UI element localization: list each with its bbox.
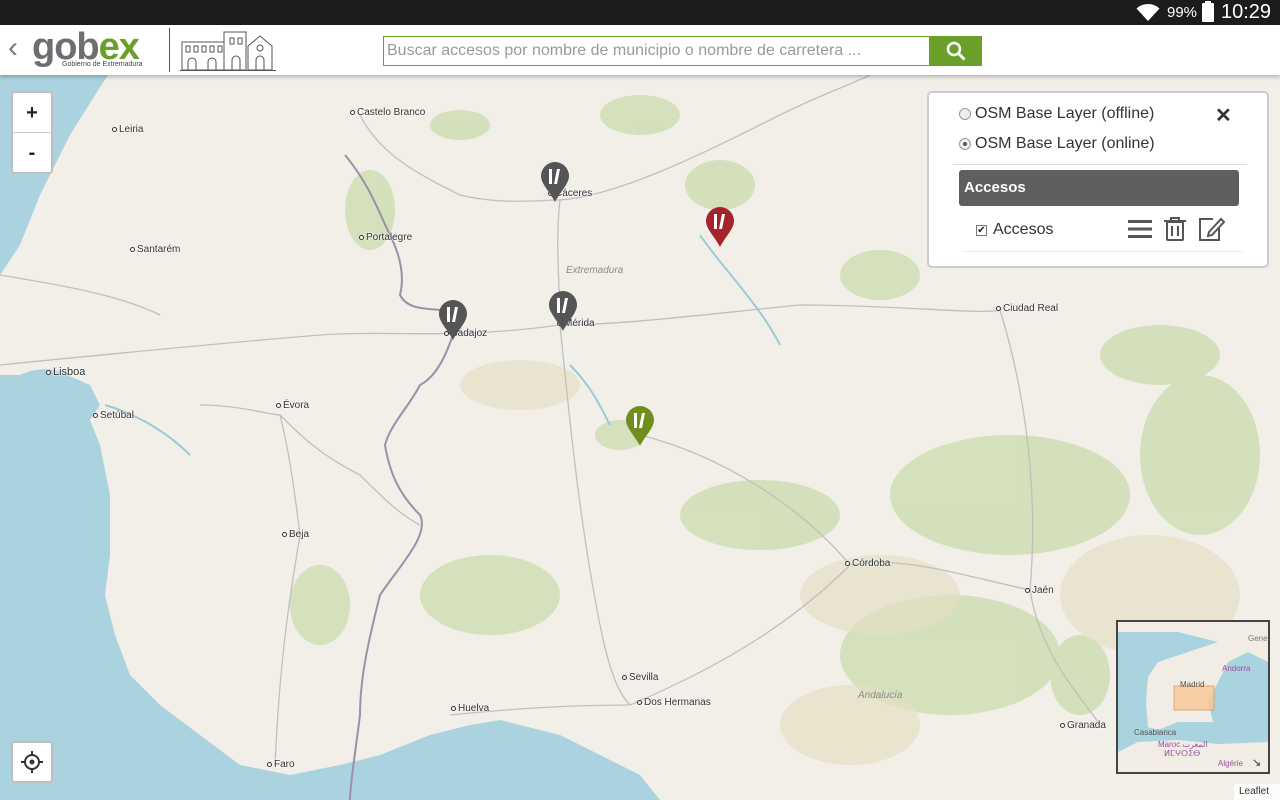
- access-marker-merida[interactable]: [548, 291, 578, 331]
- place-label: Lisboa: [46, 366, 85, 378]
- edit-icon[interactable]: [1197, 216, 1225, 242]
- minimap-toggle-icon[interactable]: ↘: [1252, 756, 1261, 769]
- minimap-label: Maroc المغرب: [1158, 740, 1208, 749]
- place-label: Jaén: [1025, 585, 1054, 596]
- logo-divider: [169, 28, 170, 72]
- battery-percent: 99%: [1167, 4, 1198, 21]
- radio-online[interactable]: [959, 138, 971, 150]
- zoom-in-button[interactable]: +: [13, 93, 51, 133]
- minimap-label: Andorra: [1222, 664, 1251, 673]
- overlay-checkbox[interactable]: ✔: [976, 225, 987, 236]
- access-marker-red[interactable]: [705, 207, 735, 247]
- menu-icon[interactable]: [1127, 216, 1153, 242]
- logo-subtitle: Gobierno de Extremadura: [62, 61, 143, 68]
- radio-offline[interactable]: [959, 108, 971, 120]
- place-label: Faro: [267, 759, 295, 770]
- search-input[interactable]: [384, 37, 929, 65]
- overlay-label: Accesos: [993, 221, 1054, 238]
- place-label: Évora: [276, 400, 309, 411]
- place-label: Huelva: [451, 703, 489, 714]
- back-chevron-icon[interactable]: ‹: [8, 33, 18, 63]
- place-label: Castelo Branco: [350, 107, 425, 118]
- region-label: Extremadura: [566, 265, 624, 276]
- minimap-label: Algérie: [1218, 759, 1243, 768]
- place-label: Granada: [1060, 720, 1106, 731]
- place-label: Córdoba: [845, 558, 890, 569]
- place-label: Portalegre: [359, 232, 412, 243]
- minimap-label: Madrid: [1180, 680, 1205, 689]
- trash-icon[interactable]: [1163, 216, 1187, 242]
- place-label: Setúbal: [93, 410, 134, 421]
- layers-panel: OSM Base Layer (offline) OSM Base Layer …: [927, 91, 1269, 268]
- crosshair-icon: [21, 751, 43, 773]
- attribution[interactable]: Leaflet: [1234, 784, 1280, 800]
- place-label: Leiria: [112, 124, 143, 135]
- place-label: Beja: [282, 529, 309, 540]
- base-layer-offline-label[interactable]: OSM Base Layer (offline): [975, 105, 1154, 123]
- search-button[interactable]: [929, 36, 982, 66]
- group-title: Accesos: [959, 170, 1239, 206]
- place-label: Santarém: [130, 244, 180, 255]
- app-header: ‹ gobex Gobierno de Extremadura: [0, 25, 1280, 75]
- place-label: Dos Hermanas: [637, 697, 711, 708]
- zoom-control: + -: [11, 91, 53, 174]
- access-marker-badajoz[interactable]: [438, 300, 468, 340]
- clock: 10:29: [1221, 1, 1272, 23]
- minimap-label: Gene: [1248, 634, 1268, 643]
- access-marker-caceres[interactable]: [540, 162, 570, 202]
- place-label: Ciudad Real: [996, 303, 1058, 314]
- region-label: Andalucía: [858, 690, 903, 701]
- status-bar: 99% 10:29: [0, 0, 1280, 25]
- divider: [953, 164, 1247, 165]
- locate-button[interactable]: [11, 741, 53, 783]
- place-label: Sevilla: [622, 672, 658, 683]
- access-marker-green[interactable]: [625, 406, 655, 446]
- building-logo-icon: [180, 31, 276, 71]
- minimap[interactable]: Gene Andorra Madrid Casablanca Maroc الم…: [1116, 620, 1270, 774]
- search-box: [383, 36, 930, 66]
- search-icon: [946, 41, 966, 61]
- minimap-label: Casablanca: [1134, 728, 1177, 737]
- base-layer-online-label[interactable]: OSM Base Layer (online): [975, 135, 1155, 153]
- divider: [963, 251, 1243, 252]
- close-icon[interactable]: ✕: [1215, 103, 1232, 128]
- minimap-label: ⵍⵎⵖⵔⵉⴱ: [1164, 749, 1201, 758]
- wifi-icon: [1136, 4, 1160, 21]
- battery-icon: [1202, 1, 1214, 22]
- zoom-out-button[interactable]: -: [13, 133, 51, 173]
